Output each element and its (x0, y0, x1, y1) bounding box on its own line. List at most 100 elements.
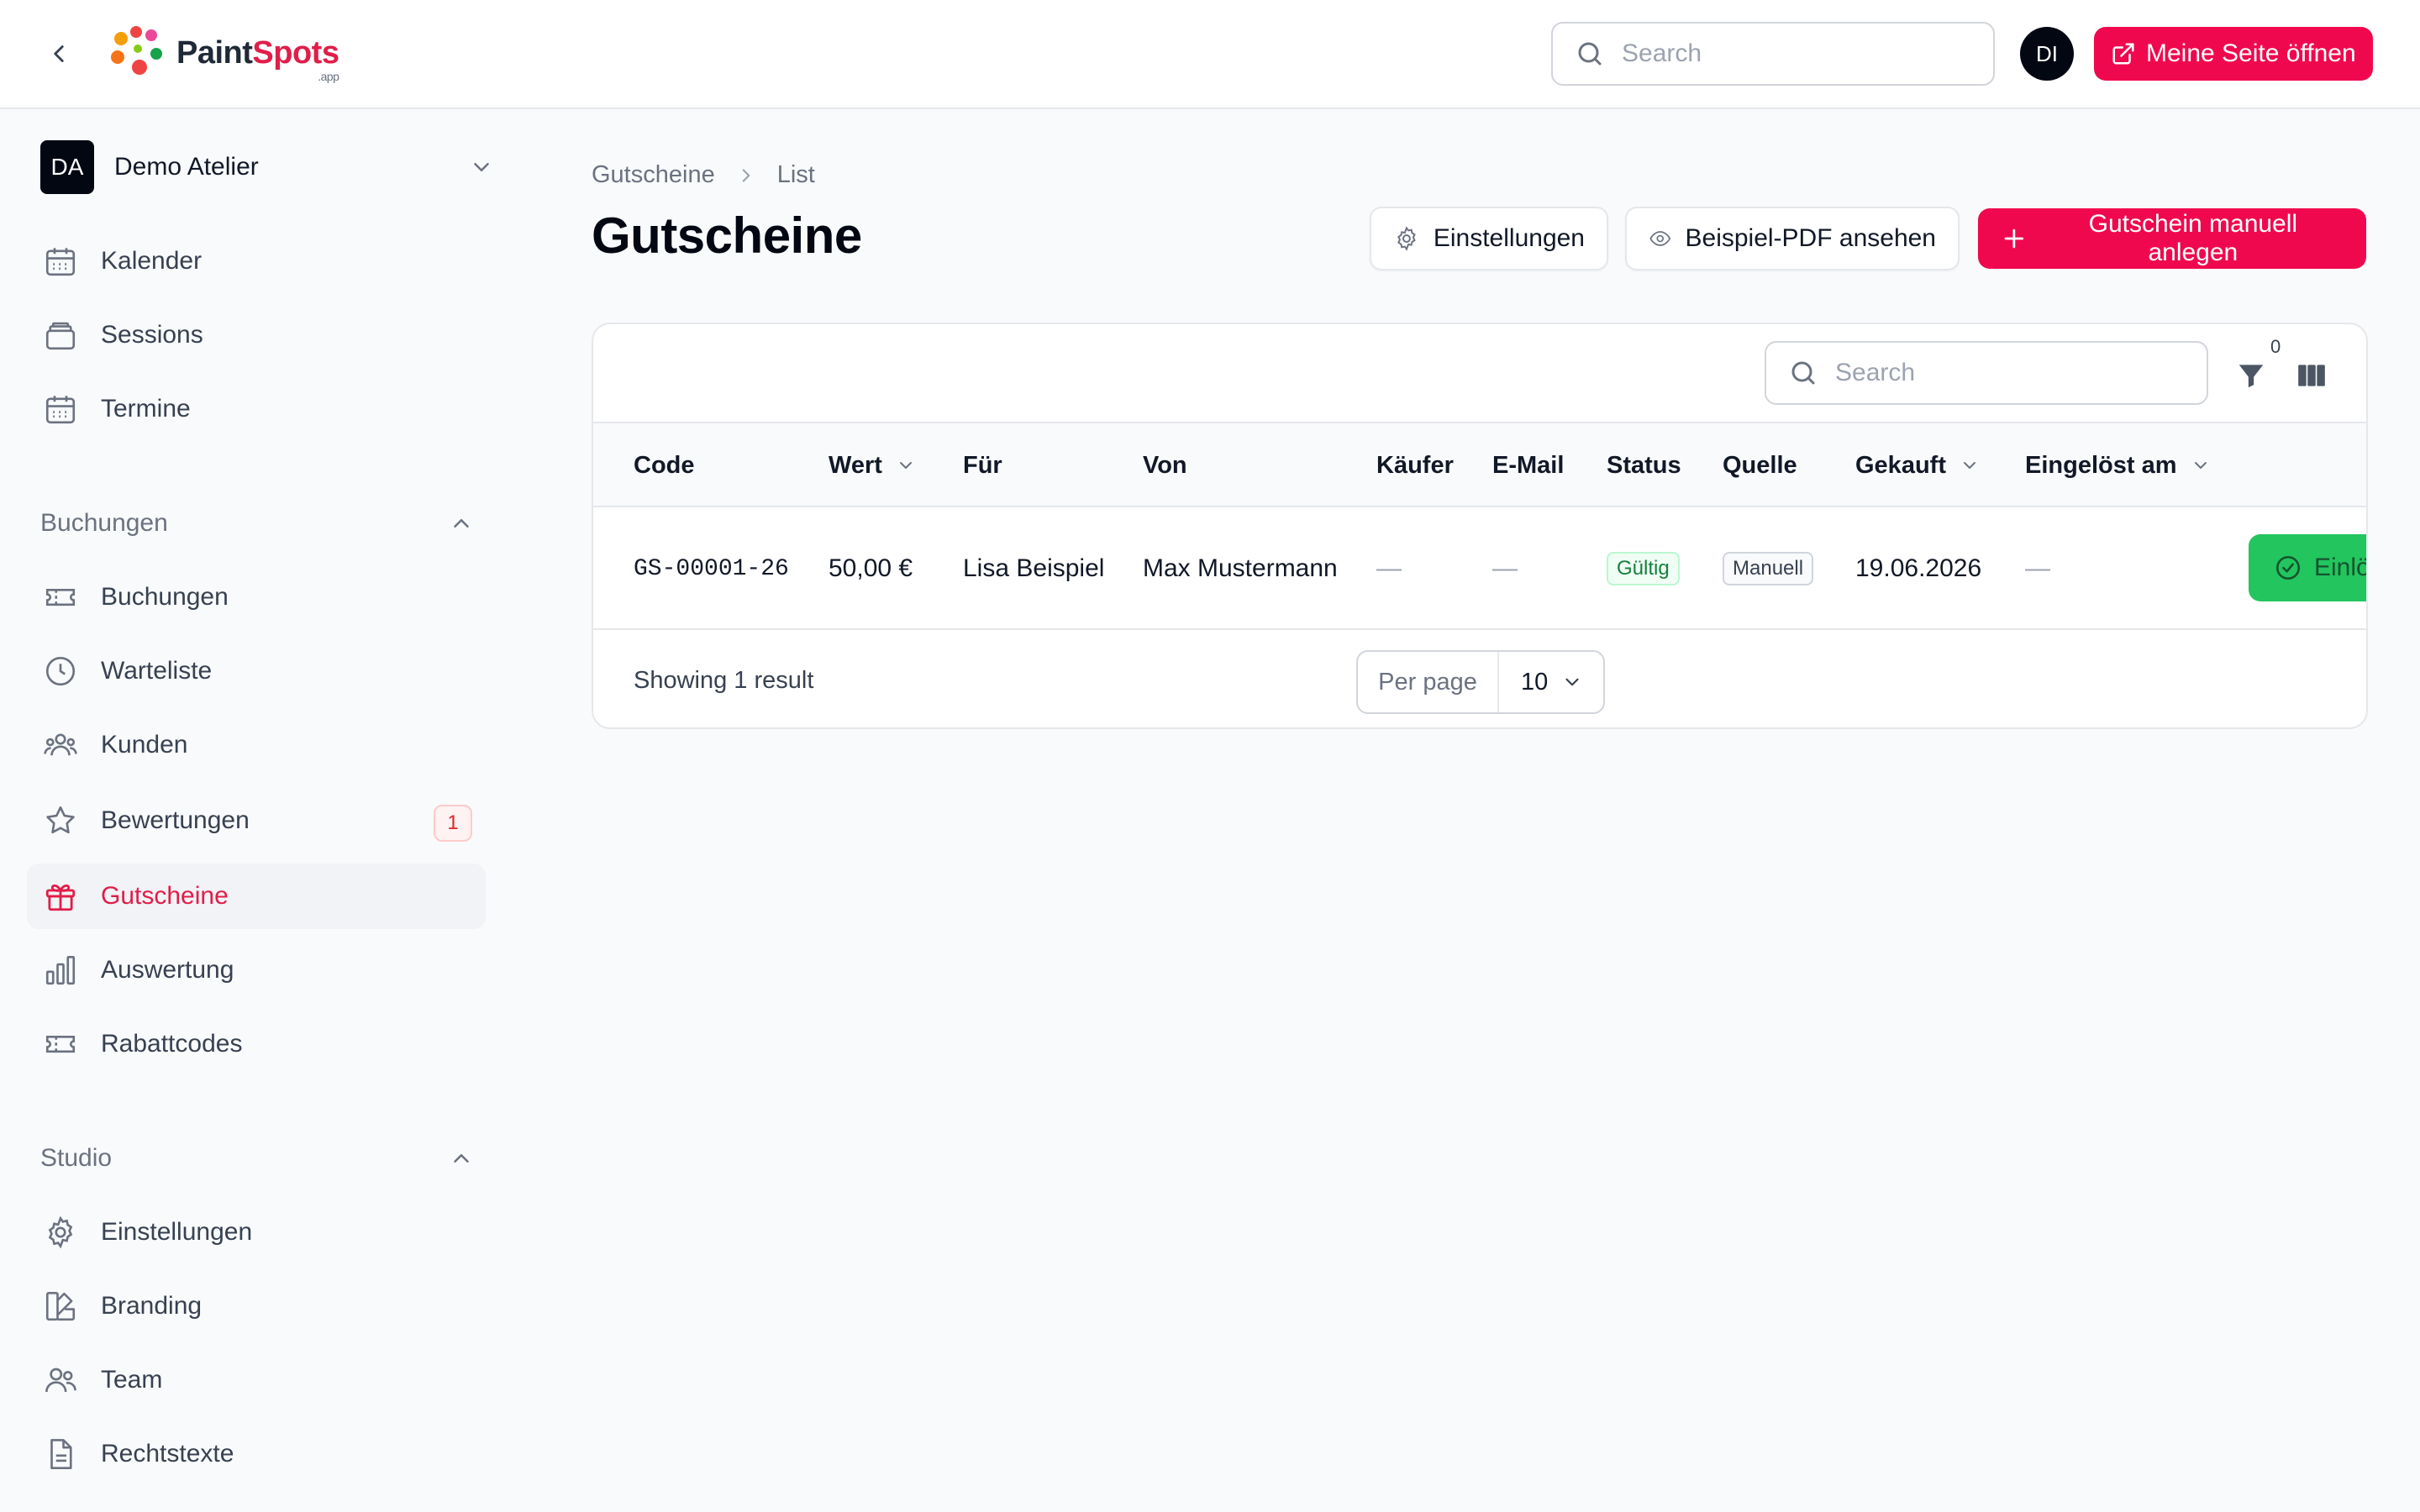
gear-icon (42, 1214, 79, 1251)
column-header-wert[interactable]: Wert (829, 423, 916, 507)
breadcrumb-item[interactable]: Gutscheine (592, 161, 715, 189)
sidebar-item-sessions[interactable]: Sessions (27, 302, 486, 368)
external-link-icon (2112, 43, 2134, 65)
chevron-up-icon (454, 1154, 469, 1163)
logo-suffix: .app (318, 69, 339, 83)
calendar-icon (42, 391, 79, 428)
sidebar-item-kalender[interactable]: Kalender (27, 228, 486, 294)
tenant-name: Demo Atelier (114, 153, 259, 181)
swatch-icon (42, 1288, 79, 1325)
settings-button[interactable]: Einstellungen (1370, 207, 1608, 270)
result-count: Showing 1 result (634, 666, 814, 694)
sidebar-item-label: Termine (101, 395, 191, 423)
check-circle-icon (2275, 555, 2301, 580)
sidebar-item-branding[interactable]: Branding (27, 1273, 486, 1339)
ticket-icon (42, 579, 79, 616)
cell-eingeloest: — (2025, 554, 2050, 582)
filter-icon (2238, 365, 2264, 388)
column-header-quelle: Quelle (1723, 451, 1797, 479)
chevron-down-icon (2191, 455, 2211, 475)
plus-icon (2004, 228, 2024, 249)
cell-fuer: Lisa Beispiel (963, 554, 1105, 582)
cell-kaeufer: — (1376, 554, 1402, 582)
sidebar-item-auswertung[interactable]: Auswertung (27, 937, 486, 1003)
tenant-switcher[interactable]: DA Demo Atelier (40, 139, 494, 195)
sidebar-item-einstellungen[interactable]: Einstellungen (27, 1200, 486, 1265)
breadcrumb-item: List (776, 161, 815, 188)
column-header-von: Von (1143, 451, 1187, 479)
settings-button-label: Einstellungen (1433, 224, 1585, 252)
sidebar-item-label: Branding (101, 1292, 203, 1320)
cell-status: Gültig (1607, 507, 1680, 630)
sidebar-item-rechtstexte[interactable]: Rechtstexte (27, 1421, 486, 1487)
star-icon (42, 802, 79, 839)
column-header-kaeufer: Käufer (1376, 451, 1454, 479)
chevron-down-icon (474, 163, 489, 171)
clock-icon (42, 653, 79, 690)
sidebar-group-studio[interactable]: Studio (40, 1137, 474, 1179)
source-badge: Manuell (1723, 552, 1814, 585)
cell-quelle: Manuell (1723, 507, 1814, 630)
chevron-down-icon (1565, 678, 1579, 686)
column-header-code: Code (634, 451, 695, 479)
eye-icon (1649, 231, 1671, 246)
table-search[interactable] (1765, 341, 2208, 405)
sidebar-item-team[interactable]: Team (27, 1347, 486, 1413)
column-header-eingeloest[interactable]: Eingelöst am (2025, 423, 2211, 507)
sidebar-item-bewertungen[interactable]: Bewertungen 1 (27, 788, 486, 853)
sidebar-item-label: Rechtstexte (101, 1440, 234, 1467)
create-voucher-label: Gutschein manuell anlegen (2088, 210, 2298, 266)
sidebar-item-buchungen[interactable]: Buchungen (27, 564, 486, 630)
top-bar: PaintSpots.app DI Meine Seite öffnen (0, 0, 2420, 109)
sidebar-item-termine[interactable]: Termine (27, 376, 486, 442)
sidebar-group-label: Studio (40, 1144, 113, 1172)
brand-logo[interactable]: PaintSpots .app (109, 25, 339, 83)
per-page-select[interactable]: 10 (1499, 652, 1603, 712)
cell-gekauft: 19.06.2026 (1855, 554, 1982, 582)
table-row[interactable]: GS-00001-26 50,00 € Lisa Beispiel Max Mu… (593, 507, 2366, 630)
table-toolbar: 0 (593, 324, 2366, 423)
gear-icon (1397, 226, 1416, 251)
per-page-label: Per page (1358, 652, 1499, 712)
open-my-site-button[interactable]: Meine Seite öffnen (2094, 27, 2373, 81)
column-header-gekauft[interactable]: Gekauft (1855, 423, 1980, 507)
view-sample-pdf-button[interactable]: Beispiel-PDF ansehen (1625, 207, 1960, 270)
per-page-value: 10 (1521, 668, 1549, 696)
gift-icon (42, 878, 79, 915)
table-search-input[interactable] (1835, 359, 2171, 387)
ticket-icon (42, 1026, 79, 1063)
redeem-button-label: Einlö (2314, 554, 2368, 581)
chevron-left-icon (54, 45, 64, 62)
status-badge: Gültig (1607, 552, 1680, 585)
user-avatar[interactable]: DI (2020, 27, 2074, 81)
search-icon (1791, 361, 1815, 385)
sidebar-item-warteliste[interactable]: Warteliste (27, 638, 486, 704)
sidebar-group-buchungen[interactable]: Buchungen (40, 502, 474, 544)
column-header-fuer: Für (963, 451, 1002, 479)
sidebar-item-label: Sessions (101, 321, 203, 349)
global-search[interactable] (1551, 22, 1995, 86)
cell-wert: 50,00 € (829, 554, 913, 582)
calendar-icon (42, 243, 79, 280)
create-voucher-button[interactable]: Gutschein manuell anlegen (1978, 208, 2366, 269)
breadcrumb: Gutscheine List (592, 161, 815, 189)
global-search-input[interactable] (1622, 39, 1958, 68)
redeem-button[interactable]: Einlö (2249, 534, 2368, 601)
notification-badge: 1 (434, 805, 472, 842)
sidebar-item-label: Buchungen (101, 583, 229, 611)
sidebar-item-label: Einstellungen (101, 1218, 253, 1246)
filter-button[interactable] (2230, 354, 2272, 396)
column-toggle-button[interactable] (2291, 354, 2333, 396)
table-footer: Showing 1 result Per page 10 (593, 630, 2366, 727)
sidebar-item-rabattcodes[interactable]: Rabattcodes (27, 1011, 486, 1077)
sidebar-item-label: Team (101, 1366, 163, 1394)
chart-icon (42, 952, 79, 989)
logo-text-part1: Paint (176, 34, 253, 71)
sidebar-group-label: Buchungen (40, 509, 168, 537)
sidebar-item-gutscheine[interactable]: Gutscheine (27, 864, 486, 929)
sidebar-item-kunden[interactable]: Kunden (27, 712, 486, 778)
cell-von: Max Mustermann (1143, 554, 1338, 582)
document-icon (42, 1436, 79, 1473)
column-header-status: Status (1607, 451, 1681, 479)
back-button[interactable] (40, 35, 77, 72)
